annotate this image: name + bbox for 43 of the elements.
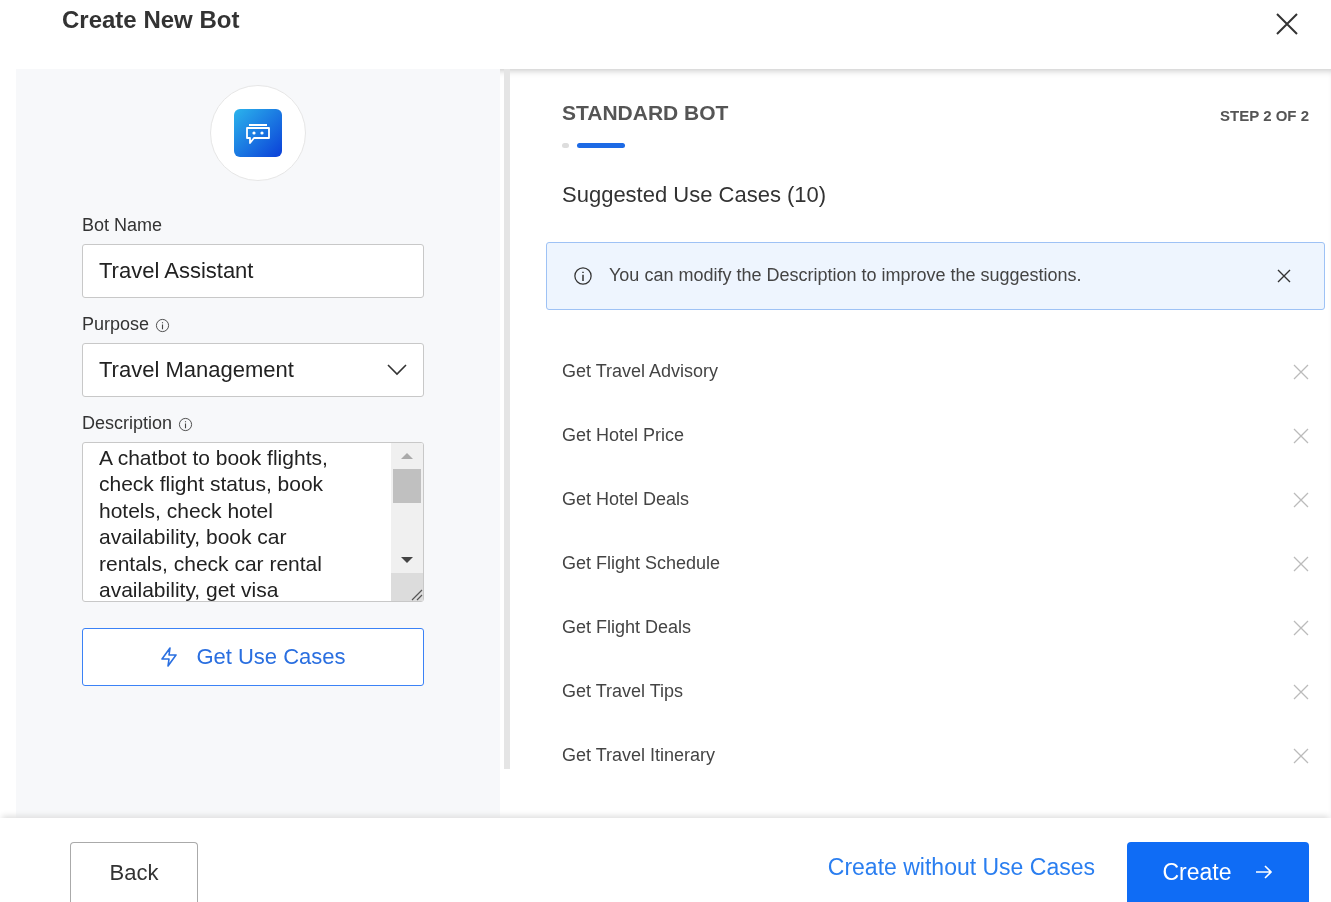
chevron-down-icon (387, 364, 407, 376)
info-icon[interactable] (178, 417, 194, 433)
arrow-right-icon (1253, 864, 1274, 880)
field-label: Description (82, 413, 173, 434)
lightning-icon (160, 647, 179, 667)
info-icon[interactable] (155, 318, 171, 334)
create-button[interactable]: Create (1127, 842, 1309, 902)
bot-name-field[interactable]: Travel Assistant (82, 244, 424, 298)
remove-icon[interactable] (1293, 684, 1309, 700)
remove-icon[interactable] (1293, 492, 1309, 508)
use-case-label: Get Hotel Price (562, 425, 685, 447)
resize-handle-icon[interactable] (409, 587, 423, 601)
close-icon[interactable] (1275, 12, 1299, 36)
create-without-use-cases-link[interactable]: Create without Use Cases (827, 854, 1095, 881)
section-heading: Suggested Use Cases (10) (562, 182, 828, 208)
scrollbar[interactable] (391, 443, 423, 601)
field-label: Bot Name (82, 215, 164, 236)
chat-bot-icon (234, 109, 282, 157)
use-case-label: Get Travel Advisory (562, 361, 719, 383)
bot-type-title: STANDARD BOT (562, 101, 729, 125)
use-case-label: Get Travel Tips (562, 681, 684, 703)
step-counter: STEP 2 OF 2 (1220, 107, 1309, 125)
info-icon (573, 266, 593, 286)
close-icon[interactable] (1276, 268, 1292, 284)
remove-icon[interactable] (1293, 364, 1309, 380)
remove-icon[interactable] (1293, 620, 1309, 636)
purpose-dropdown[interactable]: Travel Management (82, 343, 424, 397)
banner-text: You can modify the Description to improve the suggestions. (609, 265, 1083, 287)
get-use-cases-button[interactable]: Get Use Cases (82, 628, 424, 686)
back-button[interactable]: Back (70, 842, 198, 902)
dialog-title: Create New Bot (62, 6, 240, 34)
field-label: Purpose (82, 314, 150, 335)
use-case-label: Get Travel Itinerary (562, 745, 716, 767)
remove-icon[interactable] (1293, 748, 1309, 764)
remove-icon[interactable] (1293, 556, 1309, 572)
description-field[interactable]: A chatbot to book flights, check flight status, book hotels, check hotel availability, book car rentals, check car rental availability, get visa (82, 442, 424, 602)
use-case-label: Get Flight Deals (562, 617, 692, 639)
scroll-up-icon[interactable] (399, 451, 415, 461)
use-case-label: Get Hotel Deals (562, 489, 690, 511)
remove-icon[interactable] (1293, 428, 1309, 444)
scrollbar-thumb[interactable] (393, 469, 421, 503)
use-case-label: Get Flight Schedule (562, 553, 721, 575)
scroll-down-icon[interactable] (399, 555, 415, 565)
